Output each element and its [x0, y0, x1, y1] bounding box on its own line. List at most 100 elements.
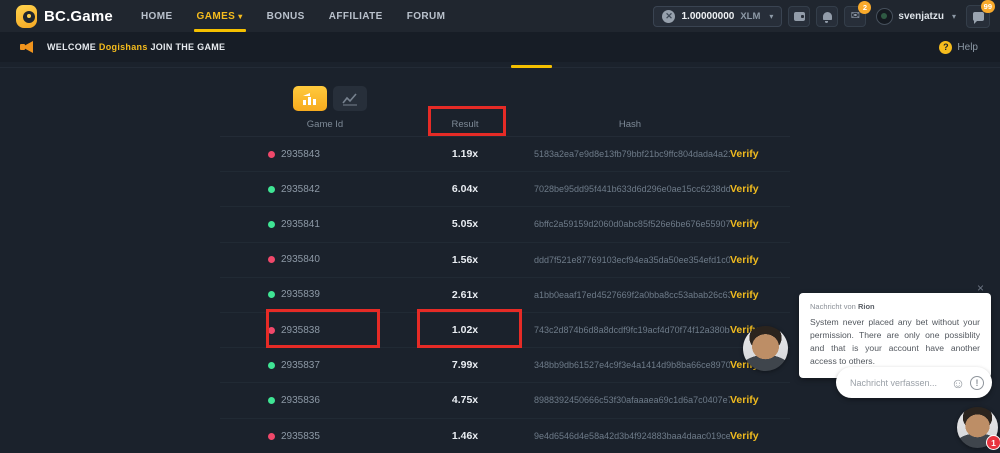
verify-link[interactable]: Verify: [730, 394, 790, 406]
help-icon: ?: [939, 41, 952, 54]
game-id[interactable]: 2935842: [281, 184, 320, 195]
table-row: 2935837 7.99x 348bb9db61527e4c9f3e4a1414…: [220, 348, 790, 383]
emoji-icon[interactable]: ☺: [950, 375, 966, 391]
announcement-text: WELCOME Dogishans JOIN THE GAME: [47, 42, 225, 52]
toggle-results-view[interactable]: [293, 86, 327, 111]
table-row: 2935838 1.02x 743c2d874b6d8a8dcdf9fc19ac…: [220, 313, 790, 348]
announcement-nickname[interactable]: Dogishans: [99, 42, 148, 52]
messages-button[interactable]: ✉ 2: [844, 6, 866, 27]
status-dot: [268, 256, 275, 263]
result-value: 5.05x: [400, 218, 530, 230]
top-navbar: BC.Game HOME GAMES▾ BONUS AFFILIATE FORU…: [0, 0, 1000, 32]
status-dot: [268, 327, 275, 334]
result-value: 2.61x: [400, 289, 530, 301]
user-menu[interactable]: svenjatzu ▾: [876, 8, 956, 25]
bcgame-logo-icon: [16, 5, 37, 28]
chevron-down-icon: ▾: [952, 12, 956, 21]
chevron-down-icon: ▾: [769, 12, 773, 21]
result-value: 1.56x: [400, 254, 530, 266]
notifications-button[interactable]: [816, 6, 838, 27]
wallet-icon: [794, 12, 805, 21]
nav-games[interactable]: GAMES▾: [197, 0, 243, 32]
table-row: 2935840 1.56x ddd7f521e87769103ecf94ea35…: [220, 243, 790, 278]
wallet-button[interactable]: [788, 6, 810, 27]
verify-link[interactable]: Verify: [730, 430, 790, 442]
username: svenjatzu: [898, 11, 944, 22]
chat-operator-avatar: [743, 326, 788, 371]
verify-link[interactable]: Verify: [730, 183, 790, 195]
game-id[interactable]: 2935839: [281, 289, 320, 300]
status-dot: [268, 151, 275, 158]
status-dot: [268, 186, 275, 193]
chat-message-text: System never placed any bet without your…: [810, 316, 980, 368]
help-button[interactable]: ? Help: [939, 41, 978, 54]
result-value: 6.04x: [400, 183, 530, 195]
result-value: 1.02x: [400, 324, 530, 336]
game-id[interactable]: 2935840: [281, 254, 320, 265]
verify-link[interactable]: Verify: [730, 254, 790, 266]
game-id[interactable]: 2935838: [281, 325, 320, 336]
coin-icon: ✕: [662, 10, 675, 23]
result-value: 7.99x: [400, 359, 530, 371]
chat-message-sender: Nachricht von Rion: [810, 302, 980, 311]
messages-badge: 2: [858, 1, 871, 14]
main-nav: HOME GAMES▾ BONUS AFFILIATE FORUM: [141, 0, 445, 32]
status-dot: [268, 362, 275, 369]
site-chat-button[interactable]: 99: [966, 5, 990, 28]
bar-chart-icon: [302, 92, 318, 106]
chat-message-popup: Nachricht von Rion System never placed a…: [799, 293, 991, 378]
table-row: 2935836 4.75x 8988392450666c53f30afaaaea…: [220, 383, 790, 418]
chat-bubble-icon: [973, 12, 984, 21]
envelope-icon: ✉: [851, 11, 860, 22]
chat-close-icon[interactable]: ×: [977, 281, 984, 295]
chevron-down-icon: ▾: [238, 12, 242, 21]
chat-input[interactable]: Nachricht verfassen... ☺ !: [836, 367, 992, 398]
game-id[interactable]: 2935837: [281, 360, 320, 371]
announcement-bar: WELCOME Dogishans JOIN THE GAME ? Help: [0, 32, 1000, 62]
logo-text: BC.Game: [44, 8, 113, 25]
chat-input-placeholder: Nachricht verfassen...: [850, 378, 950, 388]
column-header-game-id: Game Id: [220, 119, 400, 130]
table-row: 2935843 1.19x 5183a2ea7e9d8e13fb79bbf21b…: [220, 137, 790, 172]
status-dot: [268, 433, 275, 440]
toggle-trend-view[interactable]: [333, 86, 367, 111]
game-id[interactable]: 2935835: [281, 431, 320, 442]
nav-forum[interactable]: FORUM: [407, 0, 446, 32]
table-header: Game Id Result Hash: [220, 112, 790, 137]
verify-link[interactable]: Verify: [730, 218, 790, 230]
nav-home[interactable]: HOME: [141, 0, 173, 32]
status-dot: [268, 397, 275, 404]
table-row: 2935842 6.04x 7028be95dd95f441b633d6d296…: [220, 172, 790, 207]
info-icon[interactable]: !: [970, 376, 984, 390]
game-id[interactable]: 2935843: [281, 149, 320, 160]
nav-bonus[interactable]: BONUS: [267, 0, 305, 32]
column-header-result: Result: [400, 119, 530, 130]
chat-badge: 99: [981, 0, 995, 13]
megaphone-icon: [22, 41, 33, 53]
balance-amount: 1.00000000: [681, 11, 734, 22]
game-id[interactable]: 2935841: [281, 219, 320, 230]
balance-selector[interactable]: ✕ 1.00000000 XLM ▾: [653, 6, 782, 27]
column-header-hash: Hash: [530, 119, 730, 130]
user-avatar: [876, 8, 893, 25]
status-dot: [268, 221, 275, 228]
status-dot: [268, 291, 275, 298]
table-row: 2935841 5.05x 6bffc2a59159d2060d0abc85f5…: [220, 207, 790, 242]
balance-currency: XLM: [740, 11, 760, 22]
game-history-panel: Game Id Result Hash 2935843 1.19x 5183a2…: [220, 67, 790, 453]
hash-value: ddd7f521e87769103ecf94ea35da50ee354efd1c…: [530, 255, 730, 265]
nav-affiliate[interactable]: AFFILIATE: [329, 0, 383, 32]
trend-chart-icon: [342, 92, 358, 106]
hash-value: a1bb0eaaf17ed4527669f2a0bba8cc53abab26c6…: [530, 290, 730, 300]
game-id[interactable]: 2935836: [281, 395, 320, 406]
hash-value: 9e4d6546d4e58a42d3b4f924883baa4daac019ce…: [530, 431, 730, 441]
chat-launcher-avatar[interactable]: 1: [957, 407, 998, 448]
chat-unread-badge: 1: [986, 435, 1000, 450]
verify-link[interactable]: Verify: [730, 148, 790, 160]
hash-value: 5183a2ea7e9d8e13fb79bbf21bc9ffc804dada4a…: [530, 149, 730, 159]
bcgame-logo[interactable]: BC.Game: [16, 5, 113, 28]
result-value: 4.75x: [400, 394, 530, 406]
hash-value: 348bb9db61527e4c9f3e4a1414d9b8ba66ce8970…: [530, 360, 730, 370]
verify-link[interactable]: Verify: [730, 289, 790, 301]
bell-icon: [823, 12, 832, 20]
